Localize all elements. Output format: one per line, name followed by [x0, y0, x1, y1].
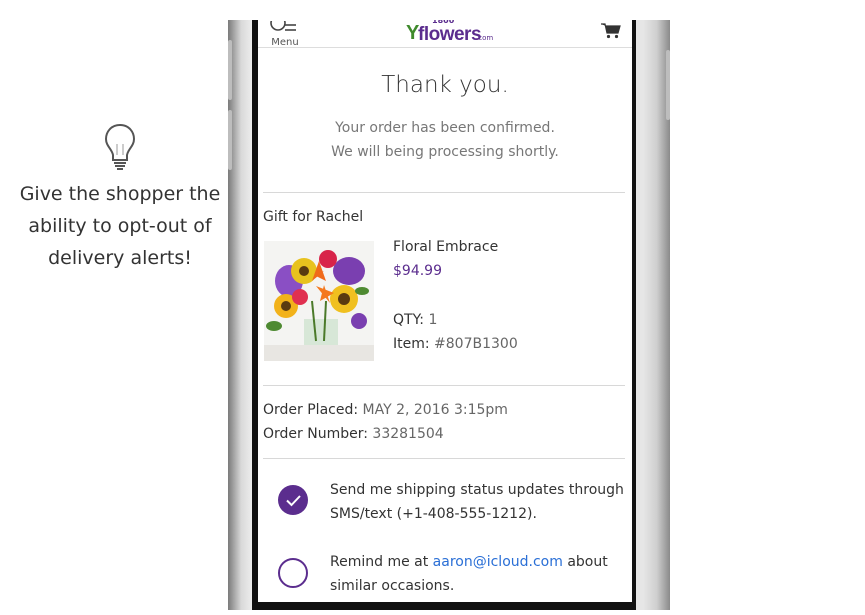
order-number: Order Number: 33281504: [263, 426, 444, 442]
tip-text: Give the shopper the ability to opt-out …: [19, 183, 221, 269]
sms-updates-checkbox[interactable]: [278, 485, 308, 515]
cart-icon[interactable]: [600, 22, 622, 44]
thank-you-title: Thank you.: [381, 72, 509, 98]
sms-updates-label: Send me shipping status updates through …: [330, 482, 624, 522]
search-menu-icon: [270, 20, 296, 31]
confirmation-message: Your order has been confirmed. We will b…: [331, 120, 559, 160]
product-name[interactable]: Floral Embrace: [393, 239, 498, 255]
order-placed: Order Placed: MAY 2, 2016 3:15pm: [263, 402, 508, 418]
product-image[interactable]: [264, 241, 374, 361]
menu-label: Menu: [271, 37, 299, 48]
product-qty: QTY: 1: [393, 312, 438, 328]
top-bar: Menu Y 1800 flowers .com: [258, 20, 632, 48]
divider: [263, 385, 625, 386]
phone-frame: Menu Y 1800 flowers .com Thank you. Your…: [228, 20, 670, 610]
reminder-email-link[interactable]: aaron@icloud.com: [433, 554, 563, 570]
product-item-number: Item: #807B1300: [393, 336, 518, 352]
menu-button[interactable]: Menu: [265, 20, 305, 48]
tip-annotation: Give the shopper the ability to opt-out …: [14, 122, 226, 274]
lightbulb-icon: [104, 123, 136, 170]
divider: [263, 458, 625, 459]
checkmark-icon: [286, 495, 301, 507]
brand-logo[interactable]: Y 1800 flowers .com: [406, 20, 496, 47]
divider: [263, 192, 625, 193]
product-price: $94.99: [393, 263, 442, 279]
reminder-checkbox[interactable]: [278, 558, 308, 588]
reminder-label: Remind me at aaron@icloud.com about simi…: [330, 554, 608, 594]
phone-screen: Menu Y 1800 flowers .com Thank you. Your…: [258, 20, 632, 602]
gift-recipient-label: Gift for Rachel: [263, 209, 364, 225]
